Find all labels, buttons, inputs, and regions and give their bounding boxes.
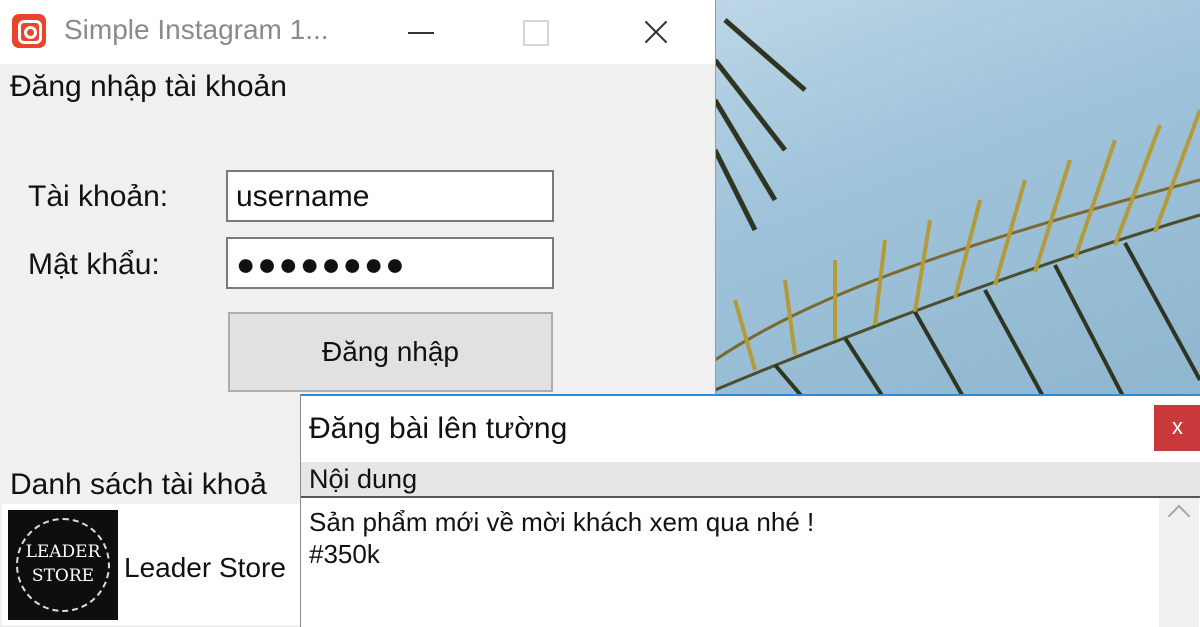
background-photo — [715, 0, 1200, 400]
username-label: Tài khoản: — [28, 180, 169, 213]
avatar-logo-text: LEADER STORE — [8, 540, 118, 588]
maximize-button[interactable] — [495, 0, 575, 64]
login-heading: Đăng nhập tài khoản — [10, 70, 287, 103]
title-bar: Simple Instagram 1... — [0, 0, 715, 64]
minimize-button[interactable] — [380, 0, 460, 64]
avatar-text-line2: STORE — [31, 566, 95, 586]
vertical-scrollbar[interactable] — [1159, 498, 1199, 627]
accounts-heading: Danh sách tài khoả — [10, 468, 267, 501]
account-list: LEADER STORE Leader Store — [2, 504, 302, 625]
content-label-bar: Nội dung — [301, 462, 1200, 498]
post-dialog: Đăng bài lên tường x Nội dung Sản phẩm m… — [300, 394, 1200, 627]
avatar-text-line1: LEADER — [25, 542, 101, 562]
account-name: Leader Store — [124, 552, 286, 583]
close-button[interactable] — [615, 0, 695, 64]
instagram-icon — [12, 14, 46, 48]
window-title: Simple Instagram 1... — [64, 14, 329, 45]
password-label: Mật khẩu: — [28, 248, 160, 281]
login-button[interactable]: Đăng nhập — [228, 312, 553, 392]
username-input[interactable]: username — [226, 170, 554, 222]
dialog-title: Đăng bài lên tường — [309, 412, 568, 445]
dialog-close-button[interactable]: x — [1154, 405, 1200, 451]
content-textarea[interactable]: Sản phẩm mới về mời khách xem qua nhé ! … — [309, 506, 1149, 570]
palm-leaves-image — [715, 18, 1200, 400]
scroll-up-icon[interactable] — [1167, 504, 1191, 528]
content-label: Nội dung — [309, 464, 418, 494]
avatar: LEADER STORE — [8, 510, 118, 620]
password-input[interactable]: ●●●●●●●● — [226, 237, 554, 289]
